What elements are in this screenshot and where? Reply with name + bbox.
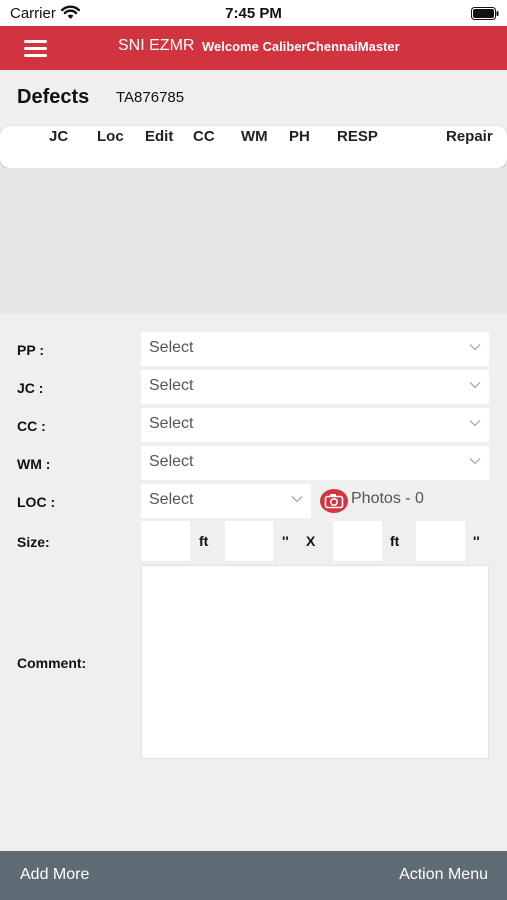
loc-select[interactable]: Select bbox=[141, 484, 311, 518]
column-header-edit: Edit bbox=[145, 128, 174, 145]
chevron-down-icon bbox=[291, 496, 303, 503]
jc-select-value: Select bbox=[149, 377, 194, 394]
comment-textarea[interactable] bbox=[141, 565, 489, 759]
column-header-loc: Loc bbox=[97, 128, 124, 145]
hamburger-menu-icon[interactable] bbox=[24, 40, 47, 57]
column-header-ph: PH bbox=[289, 128, 310, 145]
cc-select[interactable]: Select bbox=[141, 408, 489, 442]
size-width-in-input[interactable] bbox=[225, 521, 273, 561]
loc-label: LOC : bbox=[17, 494, 56, 510]
defects-table: JC Loc Edit CC WM PH RESP Repair bbox=[0, 126, 507, 168]
status-bar: Carrier 7:45 PM bbox=[0, 0, 507, 26]
pp-select[interactable]: Select bbox=[141, 332, 489, 366]
chevron-down-icon bbox=[469, 458, 481, 465]
column-header-cc: CC bbox=[193, 128, 215, 145]
chevron-down-icon bbox=[469, 344, 481, 351]
bottom-toolbar: Add More Action Menu bbox=[0, 851, 507, 900]
column-header-wm: WM bbox=[241, 128, 268, 145]
ft-unit-label: ft bbox=[390, 533, 400, 549]
cc-label: CC : bbox=[17, 418, 46, 434]
column-header-resp: RESP bbox=[337, 128, 378, 145]
camera-icon[interactable] bbox=[319, 488, 349, 514]
status-time: 7:45 PM bbox=[225, 5, 282, 22]
cc-select-value: Select bbox=[149, 415, 194, 432]
size-length-ft-input[interactable] bbox=[333, 521, 382, 561]
inch-unit-label: '' bbox=[282, 533, 289, 549]
wm-select-value: Select bbox=[149, 453, 194, 470]
size-label: Size: bbox=[17, 534, 50, 550]
comment-label: Comment: bbox=[17, 655, 87, 671]
defect-id: TA876785 bbox=[116, 89, 185, 106]
wm-select[interactable]: Select bbox=[141, 446, 489, 480]
action-menu-button[interactable]: Action Menu bbox=[399, 866, 488, 884]
photos-count-label: Photos - 0 bbox=[351, 490, 424, 507]
ft-unit-label: ft bbox=[199, 533, 209, 549]
photos-count: 0 bbox=[415, 490, 424, 507]
welcome-text: Welcome CaliberChennaiMaster bbox=[202, 39, 400, 54]
loc-select-value: Select bbox=[149, 491, 194, 508]
pp-select-value: Select bbox=[149, 339, 194, 356]
times-label: X bbox=[306, 533, 316, 549]
app-title: SNI EZMR bbox=[118, 37, 195, 54]
size-width-ft-input[interactable] bbox=[141, 521, 190, 561]
column-header-repair: Repair bbox=[446, 128, 493, 145]
pp-label: PP : bbox=[17, 342, 44, 358]
chevron-down-icon bbox=[469, 382, 481, 389]
page-title: Defects bbox=[17, 86, 90, 108]
jc-select[interactable]: Select bbox=[141, 370, 489, 404]
column-header-jc: JC bbox=[49, 128, 69, 145]
chevron-down-icon bbox=[469, 420, 481, 427]
nav-bar: SNI EZMR Welcome CaliberChennaiMaster bbox=[0, 26, 507, 70]
add-more-button[interactable]: Add More bbox=[20, 866, 89, 884]
defects-list-area bbox=[0, 168, 507, 314]
jc-label: JC : bbox=[17, 380, 44, 396]
wm-label: WM : bbox=[17, 456, 51, 472]
size-length-in-input[interactable] bbox=[416, 521, 465, 561]
battery-icon bbox=[471, 7, 499, 20]
inch-unit-label: '' bbox=[473, 533, 480, 549]
